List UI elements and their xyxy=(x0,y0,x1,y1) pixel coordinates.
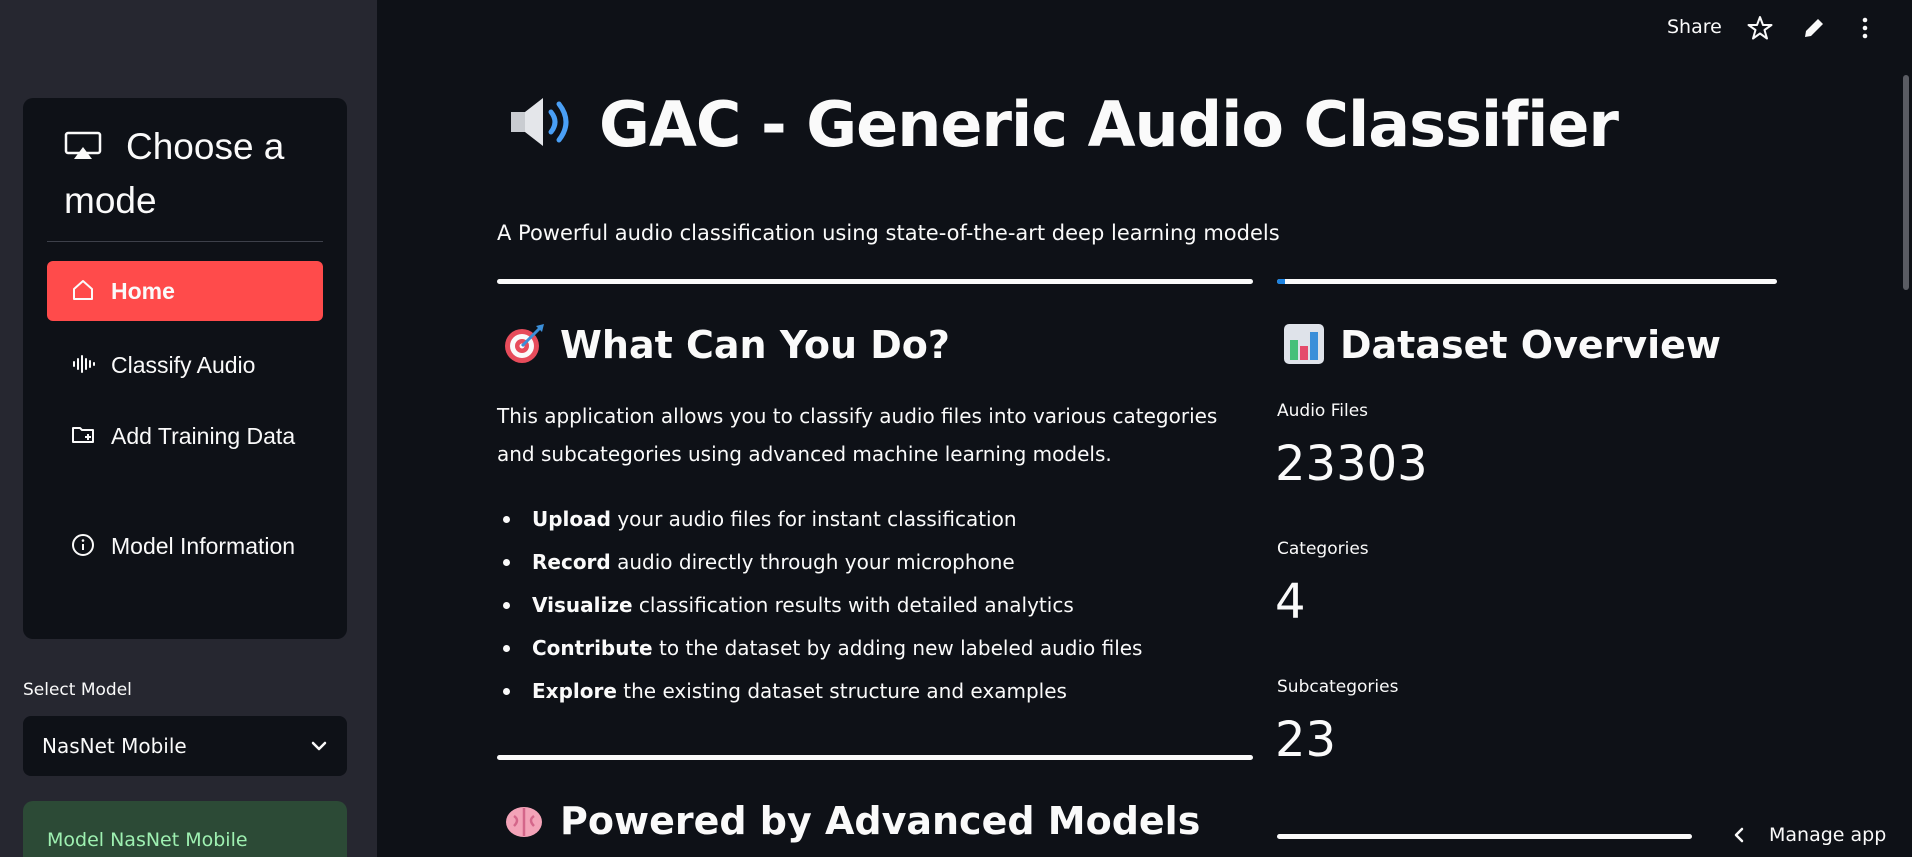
chevron-down-icon xyxy=(311,741,327,751)
speaker-icon xyxy=(511,98,569,146)
list-item-text: to the dataset by adding new labeled aud… xyxy=(652,636,1143,660)
nav-item-label: Add Training Data xyxy=(111,423,296,449)
section-heading-dataset-overview: Dataset Overview xyxy=(1282,322,1721,367)
list-item-bold: Upload xyxy=(532,507,611,531)
metric-label-subcategories: Subcategories xyxy=(1277,677,1399,697)
target-icon xyxy=(505,324,544,363)
list-item-bold: Contribute xyxy=(532,636,653,660)
mode-menu-title: Choose a mode xyxy=(64,120,324,228)
list-item: Contribute to the dataset by adding new … xyxy=(497,627,1257,670)
mode-menu-card: Choose a mode Home Classify Audio Add Tr… xyxy=(23,98,347,639)
manage-app-label: Manage app xyxy=(1769,823,1887,846)
list-item-text: your audio files for instant classificat… xyxy=(610,507,1017,531)
section-heading-text: Powered by Advanced Models xyxy=(560,799,1201,843)
intro-paragraph: This application allows you to classify … xyxy=(497,404,1218,466)
divider xyxy=(497,755,1253,760)
select-model-label: Select Model xyxy=(23,680,132,700)
metric-label-audio-files: Audio Files xyxy=(1277,401,1369,421)
house-icon xyxy=(73,280,93,300)
scrollbar[interactable] xyxy=(1903,75,1909,290)
app-root: Choose a mode Home Classify Audio Add Tr… xyxy=(0,0,1912,857)
nav-item-add-training-data[interactable]: Add Training Data xyxy=(47,408,323,498)
list-item: Record audio directly through your micro… xyxy=(497,541,1257,584)
nav-item-model-information[interactable]: Model Information xyxy=(47,518,323,608)
main-content: GAC - Generic Audio Classifier A Powerfu… xyxy=(377,0,1912,857)
divider xyxy=(1277,834,1692,839)
list-item: Explore the existing dataset structure a… xyxy=(497,670,1257,713)
list-item-text: the existing dataset structure and examp… xyxy=(616,679,1067,703)
nav-item-home[interactable]: Home xyxy=(47,261,323,321)
folder-plus-icon xyxy=(72,427,94,443)
model-select-value: NasNet Mobile xyxy=(42,734,187,758)
divider xyxy=(1277,279,1777,284)
brain-icon xyxy=(506,807,542,837)
list-item-bold: Explore xyxy=(532,679,617,703)
list-item: Upload your audio files for instant clas… xyxy=(497,498,1257,541)
manage-app-button[interactable]: Manage app xyxy=(1725,812,1912,857)
metric-value-audio-files: 23303 xyxy=(1275,436,1428,492)
nav-item-label: Classify Audio xyxy=(111,352,256,378)
nav-item-label: Home xyxy=(111,278,175,304)
list-item: Visualize classification results with de… xyxy=(497,584,1257,627)
section-heading-what-can-you-do: What Can You Do? xyxy=(502,322,950,367)
info-circle-icon xyxy=(72,534,94,556)
page-title-text: GAC - Generic Audio Classifier xyxy=(599,88,1619,161)
airplay-icon xyxy=(64,131,102,159)
section-heading-powered: Powered by Advanced Models xyxy=(502,798,1200,843)
sidebar: Choose a mode Home Classify Audio Add Tr… xyxy=(0,0,377,857)
list-item-text: audio directly through your microphone xyxy=(610,550,1015,574)
menu-divider xyxy=(47,241,323,242)
metric-value-categories: 4 xyxy=(1275,574,1306,630)
page-title: GAC - Generic Audio Classifier xyxy=(507,88,1619,161)
nav-item-label: Model Information xyxy=(111,533,296,559)
metric-value-subcategories: 23 xyxy=(1275,712,1337,768)
section-heading-text: Dataset Overview xyxy=(1340,323,1722,367)
model-info-card: Model NasNet Mobile xyxy=(23,801,347,857)
list-item-bold: Visualize xyxy=(532,593,633,617)
feature-list: Upload your audio files for instant clas… xyxy=(497,498,1257,713)
divider xyxy=(497,279,1253,284)
section-heading-text: What Can You Do? xyxy=(560,323,950,367)
page-subtitle: A Powerful audio classification using st… xyxy=(497,221,1280,245)
chevron-left-icon xyxy=(1734,827,1744,842)
list-item-text: classification results with detailed ana… xyxy=(632,593,1074,617)
bar-chart-icon xyxy=(1284,324,1324,364)
list-item-bold: Record xyxy=(532,550,611,574)
model-select[interactable]: NasNet Mobile xyxy=(23,716,347,776)
nav-item-classify-audio[interactable]: Classify Audio xyxy=(47,335,323,395)
metric-label-categories: Categories xyxy=(1277,539,1369,559)
audio-waveform-icon xyxy=(73,355,95,373)
